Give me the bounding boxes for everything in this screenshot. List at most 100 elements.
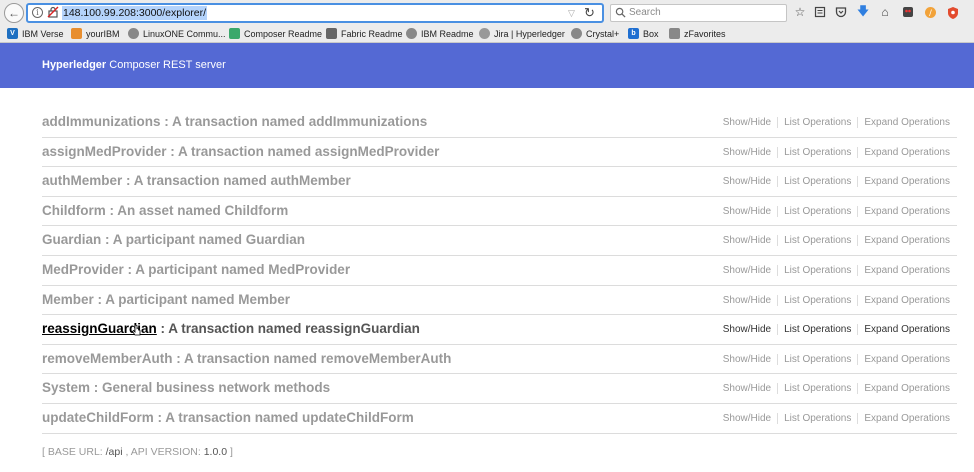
expand-operations-link[interactable]: Expand Operations [858, 265, 950, 276]
bookmark-box[interactable]: b Box [628, 26, 659, 41]
youribm-icon [71, 28, 82, 39]
resource-operations: Show/Hide List Operations Expand Operation… [717, 117, 950, 128]
show-hide-link[interactable]: Show/Hide [717, 412, 779, 424]
browser-toolbar: ← i 148.100.99.208:3000/explorer/ ▽ ↻ Se… [0, 0, 974, 25]
expand-operations-link[interactable]: Expand Operations [858, 117, 950, 128]
expand-operations-link[interactable]: Expand Operations [858, 354, 950, 365]
search-input[interactable]: Search [610, 4, 787, 22]
resource-link[interactable]: Member [42, 292, 94, 307]
info-icon[interactable]: i [32, 7, 43, 18]
bookmark-label: Jira | Hyperledger [494, 28, 565, 39]
bookmark-linuxone[interactable]: LinuxONE Commu... [128, 26, 226, 41]
expand-operations-link[interactable]: Expand Operations [858, 295, 950, 306]
resource-row: removeMemberAuth : A transaction named r… [42, 345, 957, 375]
pocket-icon[interactable] [833, 4, 849, 20]
list-operations-link[interactable]: List Operations [778, 176, 859, 188]
bookmark-ibm-readme[interactable]: IBM Readme [406, 26, 474, 41]
composer-icon [229, 28, 240, 39]
show-hide-link[interactable]: Show/Hide [717, 383, 779, 395]
list-operations-link[interactable]: List Operations [778, 264, 859, 276]
reading-list-icon[interactable] [812, 4, 828, 20]
list-operations-link[interactable]: List Operations [778, 117, 859, 128]
expand-operations-link[interactable]: Expand Operations [858, 176, 950, 187]
bookmark-star-icon[interactable]: ☆ [792, 4, 808, 20]
resource-heading: updateChildForm : A transaction named up… [42, 410, 414, 425]
show-hide-link[interactable]: Show/Hide [717, 324, 779, 336]
show-hide-link[interactable]: Show/Hide [717, 117, 779, 128]
resource-link[interactable]: System [42, 380, 90, 395]
page-title[interactable]: Hyperledger Composer REST server [42, 59, 226, 71]
insecure-lock-icon[interactable] [47, 6, 59, 19]
resource-list: addImmunizations : A transaction named a… [42, 108, 957, 434]
expand-operations-link[interactable]: Expand Operations [858, 383, 950, 394]
resource-operations: Show/Hide List Operations Expand Operation… [717, 235, 950, 247]
resource-link[interactable]: assignMedProvider [42, 144, 167, 159]
extension-icon[interactable] [900, 4, 916, 20]
globe-icon [571, 28, 582, 39]
bookmark-jira[interactable]: Jira | Hyperledger [479, 26, 565, 41]
url-dropdown-icon[interactable]: ▽ [568, 8, 575, 19]
show-hide-link[interactable]: Show/Hide [717, 353, 779, 365]
home-icon[interactable]: ⌂ [877, 4, 893, 20]
document-icon [326, 28, 337, 39]
reload-icon[interactable]: ↻ [584, 5, 595, 21]
resource-description: : General business network methods [90, 380, 331, 396]
ibm-verse-icon: V [7, 28, 18, 39]
bookmark-ibm-verse[interactable]: V IBM Verse [7, 26, 64, 41]
resource-row: updateChildForm : A transaction named up… [42, 404, 957, 434]
expand-operations-link[interactable]: Expand Operations [858, 413, 950, 424]
resource-description: : A participant named MedProvider [123, 261, 351, 277]
list-operations-link[interactable]: List Operations [778, 383, 859, 395]
expand-operations-link[interactable]: Expand Operations [858, 206, 950, 217]
list-operations-link[interactable]: List Operations [778, 235, 859, 247]
show-hide-link[interactable]: Show/Hide [717, 176, 779, 188]
addon-orange-icon[interactable]: / [922, 4, 938, 20]
resource-link[interactable]: authMember [42, 173, 122, 188]
list-operations-link[interactable]: List Operations [778, 324, 859, 336]
bookmark-crystal[interactable]: Crystal+ [571, 26, 619, 41]
bookmark-fabric-readme[interactable]: Fabric Readme [326, 26, 403, 41]
expand-operations-link[interactable]: Expand Operations [858, 147, 950, 158]
resource-row: assignMedProvider : A transaction named … [42, 138, 957, 168]
bookmark-composer-readme[interactable]: Composer Readme [229, 26, 322, 41]
shield-icon[interactable] [945, 4, 961, 20]
resource-heading: addImmunizations : A transaction named a… [42, 114, 427, 129]
expand-operations-link[interactable]: Expand Operations [858, 324, 950, 335]
download-icon[interactable]: 🡇 [855, 4, 871, 20]
url-text[interactable]: 148.100.99.208:3000/explorer/ [62, 6, 208, 20]
resource-link[interactable]: MedProvider [42, 262, 124, 277]
title-rest: Composer REST server [106, 59, 226, 71]
bracket-close: ] [227, 446, 233, 458]
show-hide-link[interactable]: Show/Hide [717, 235, 779, 247]
bookmark-label: Composer Readme [244, 28, 323, 39]
bookmark-zfavorites[interactable]: zFavorites [669, 26, 726, 41]
resource-link[interactable]: Guardian [42, 232, 101, 247]
resource-description: : A transaction named updateChildForm [153, 409, 414, 425]
api-version-value: 1.0.0 [203, 446, 228, 458]
resource-operations: Show/Hide List Operations Expand Operation… [717, 383, 950, 395]
resource-link[interactable]: removeMemberAuth [42, 351, 173, 366]
resource-link[interactable]: updateChildForm [42, 410, 154, 425]
bookmark-youribm[interactable]: yourIBM [71, 26, 120, 41]
box-icon: b [628, 28, 639, 39]
globe-icon [128, 28, 139, 39]
resource-heading: Guardian : A participant named Guardian [42, 232, 305, 247]
list-operations-link[interactable]: List Operations [778, 146, 859, 158]
expand-operations-link[interactable]: Expand Operations [858, 235, 950, 246]
bookmarks-bar: V IBM Verse yourIBM LinuxONE Commu... Com… [0, 25, 974, 42]
show-hide-link[interactable]: Show/Hide [717, 205, 779, 217]
show-hide-link[interactable]: Show/Hide [717, 294, 779, 306]
resource-link[interactable]: addImmunizations [42, 114, 161, 129]
resource-heading: assignMedProvider : A transaction named … [42, 144, 439, 159]
resource-link[interactable]: Childform [42, 203, 106, 218]
resource-description: : A transaction named addImmunizations [160, 114, 428, 129]
show-hide-link[interactable]: Show/Hide [717, 146, 779, 158]
list-operations-link[interactable]: List Operations [778, 294, 859, 306]
url-bar[interactable]: i 148.100.99.208:3000/explorer/ ▽ ↻ [26, 3, 604, 23]
search-placeholder: Search [629, 7, 661, 18]
show-hide-link[interactable]: Show/Hide [717, 264, 779, 276]
back-button[interactable]: ← [4, 3, 24, 23]
list-operations-link[interactable]: List Operations [778, 412, 859, 424]
list-operations-link[interactable]: List Operations [778, 353, 859, 365]
list-operations-link[interactable]: List Operations [778, 205, 859, 217]
